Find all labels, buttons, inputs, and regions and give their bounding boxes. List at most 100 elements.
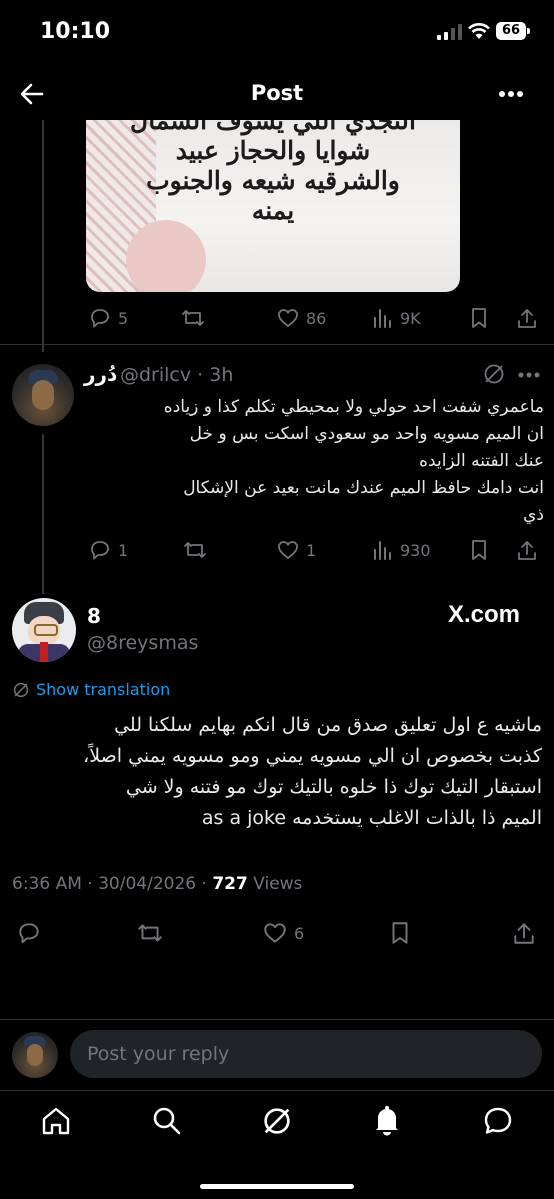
divider [0, 1090, 554, 1091]
image-caption: النجدي اللي يشوف الشمال شوايا والحجاز عب… [86, 120, 460, 226]
reply-icon [91, 541, 109, 560]
status-bar: 10:10 66 [0, 0, 554, 64]
share-icon [518, 309, 536, 328]
avatar[interactable] [12, 364, 74, 426]
reply-time: 3h [209, 364, 234, 386]
reply-count: 5 [118, 308, 129, 328]
post-text-line: استبقار التيك توك ذا خلوه بالتيك توك مو … [125, 776, 542, 798]
keffiyeh-red [126, 220, 206, 292]
post-text-line: الميم ذا بالذات الاغلب يستخدمه as a joke [201, 807, 542, 829]
heart-icon [278, 541, 298, 559]
thread-line [42, 434, 44, 594]
repost-action[interactable] [182, 538, 208, 562]
like-action[interactable]: 6 [262, 920, 304, 946]
reply-icon [19, 923, 39, 944]
share-action[interactable] [512, 920, 536, 946]
post-meta: 6:36 AM · 30/04/2026 · 727 Views [12, 874, 303, 894]
thread-line [42, 120, 44, 352]
reply-text-line: عنك الفتنه الزايده [419, 451, 544, 471]
like-action[interactable]: 86 [276, 306, 326, 330]
like-count: 1 [306, 540, 317, 560]
author-handle[interactable]: @8reysmas [87, 632, 198, 654]
views-action[interactable]: 9K [372, 306, 421, 330]
avatar [12, 1032, 58, 1078]
grok-icon[interactable] [482, 362, 506, 386]
post-views-count[interactable]: 727 [212, 874, 248, 894]
notifications-icon [376, 1106, 398, 1136]
battery-tip [527, 28, 530, 34]
search-icon [153, 1107, 181, 1135]
repost-icon [138, 924, 162, 942]
bookmark-action[interactable] [468, 306, 490, 330]
author-name[interactable]: 8 [87, 604, 101, 628]
reply-handle[interactable]: @drilcv [120, 364, 191, 386]
tab-search[interactable] [151, 1105, 183, 1137]
post-text: ماشيه ع اول تعليق صدق من قال انكم بهايم … [12, 710, 542, 834]
reply-action[interactable] [16, 920, 42, 946]
like-count: 6 [294, 923, 305, 943]
page-title: Post [250, 81, 304, 105]
like-action[interactable]: 1 [276, 538, 316, 562]
battery-level: 66 [501, 23, 521, 38]
reply-input[interactable]: Post your reply [70, 1030, 542, 1078]
repost-icon [184, 542, 206, 558]
avatar[interactable] [12, 598, 76, 662]
reply-text-line: انت دامك حافظ الميم عندك مانت بعيد عن ال… [183, 478, 544, 498]
repost-action[interactable] [180, 306, 206, 330]
reply-text-line: ذي [523, 505, 544, 525]
reply-input-placeholder: Post your reply [87, 1043, 230, 1065]
caption-line: النجدي اللي يشوف الشمال [130, 120, 416, 135]
heart-icon [278, 309, 298, 327]
reply-text-line: ان الميم مسويه واحد مو سعودي اسكت بس و خ… [189, 424, 544, 444]
tab-notifications[interactable] [372, 1104, 402, 1138]
battery-icon: 66 [496, 22, 526, 40]
post-views-label: Views [253, 874, 303, 894]
caption-line: شوايا والحجاز عبيد [175, 136, 371, 165]
post-time: 6:36 AM [12, 874, 82, 894]
status-time: 10:10 [40, 19, 111, 44]
post-text-line: كذبت بخصوص ان الي مسويه يمني ومو مسويه ي… [83, 745, 542, 767]
divider [0, 344, 554, 345]
share-icon [518, 541, 536, 560]
show-translation-button[interactable]: Show translation [12, 680, 170, 699]
share-action[interactable] [516, 306, 538, 330]
reply-author-meta: @drilcv · 3h [120, 364, 234, 386]
bookmark-action[interactable] [468, 538, 490, 562]
reply-icon [91, 309, 109, 328]
tweet-image[interactable]: النجدي اللي يشوف الشمال شوايا والحجاز عب… [86, 120, 460, 292]
caption-line: يمنه [251, 196, 295, 225]
views-count: 9K [400, 308, 421, 328]
share-action[interactable] [516, 538, 538, 562]
views-action[interactable]: 930 [372, 538, 431, 562]
tab-messages[interactable] [482, 1105, 514, 1137]
reply-author-name[interactable]: دُرر [84, 362, 117, 386]
reply-action[interactable]: 1 [88, 538, 128, 562]
reply-count: 1 [118, 540, 129, 560]
post-text-line: ماشيه ع اول تعليق صدق من قال انكم بهايم … [114, 714, 542, 736]
share-icon [514, 923, 534, 944]
wifi-icon [468, 22, 490, 40]
messages-icon [484, 1107, 512, 1134]
home-indicator [200, 1184, 354, 1189]
bookmark-action[interactable] [388, 920, 412, 946]
caption-line: والشرقيه شيعه والجنوب [146, 166, 400, 195]
more-options-icon[interactable] [518, 372, 540, 378]
bookmark-icon [392, 922, 408, 944]
watermark: X.com [448, 601, 520, 629]
views-count: 930 [400, 540, 431, 560]
reply-text: ماعمري شفت احد حولي ولا بمحيطي تكلم كذا … [84, 394, 544, 529]
show-translation-label: Show translation [36, 680, 171, 699]
tab-grok[interactable] [261, 1105, 293, 1137]
repost-action[interactable] [136, 920, 164, 946]
grok-icon [13, 682, 29, 697]
reply-text-line: ماعمري شفت احد حولي ولا بمحيطي تكلم كذا … [163, 397, 544, 417]
signal-icon [437, 24, 463, 40]
tab-home[interactable] [40, 1106, 72, 1136]
more-options-icon[interactable] [498, 90, 524, 98]
home-icon [42, 1107, 70, 1135]
watermark-text: X.com [448, 601, 521, 628]
grok-icon [264, 1108, 290, 1134]
like-count: 86 [306, 308, 327, 328]
post-date: 30/04/2026 [98, 874, 197, 894]
reply-action[interactable]: 5 [88, 306, 128, 330]
